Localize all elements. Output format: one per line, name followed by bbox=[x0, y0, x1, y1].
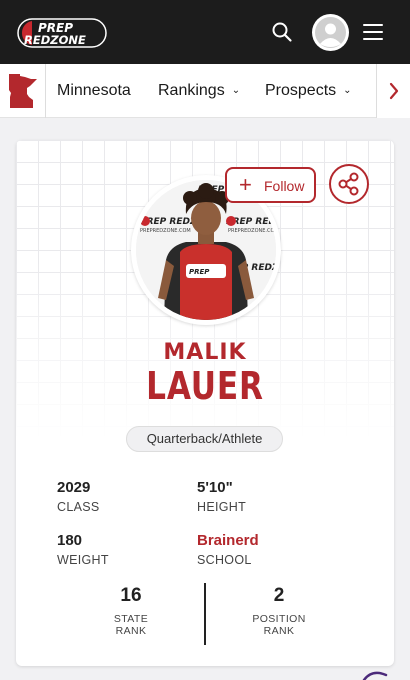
search-icon[interactable] bbox=[270, 20, 294, 44]
position-rank-label-line1: POSITION bbox=[252, 613, 306, 625]
partial-icon bbox=[362, 671, 388, 680]
default-avatar-icon bbox=[312, 14, 349, 51]
player-profile-card: PREP REDZONE PREP REDZONE PREP REDZONE P… bbox=[16, 140, 394, 666]
follow-label: Follow bbox=[264, 178, 305, 194]
stat-height: 5'10" HEIGHT bbox=[197, 479, 246, 514]
share-button[interactable] bbox=[329, 164, 369, 204]
backdrop-url-text: PREPREDZONE.COM bbox=[228, 228, 276, 234]
stat-class: 2029 CLASS bbox=[57, 479, 100, 514]
sub-nav-bar: Minnesota Rankings ⌄ Prospects ⌄ bbox=[0, 64, 410, 118]
svg-text:PREP: PREP bbox=[189, 268, 210, 276]
user-avatar[interactable] bbox=[312, 14, 349, 51]
nav-prospects-label: Prospects bbox=[265, 82, 337, 99]
plus-icon: + bbox=[239, 172, 252, 197]
nav-state[interactable]: Minnesota bbox=[57, 64, 131, 118]
school-label: SCHOOL bbox=[197, 553, 252, 567]
state-rank: 16 STATE RANK bbox=[56, 585, 206, 637]
state-rank-label-line1: STATE bbox=[113, 613, 149, 625]
position-rank-label-line2: RANK bbox=[263, 625, 295, 637]
weight-label: WEIGHT bbox=[57, 553, 109, 567]
nav-divider bbox=[45, 64, 46, 118]
follow-button[interactable]: + Follow bbox=[225, 167, 316, 203]
school-link[interactable]: Brainerd bbox=[197, 532, 259, 549]
state-rank-label: STATE RANK bbox=[56, 613, 206, 637]
nav-rankings-label: Rankings bbox=[158, 82, 225, 99]
nav-prospects[interactable]: Prospects ⌄ bbox=[265, 64, 352, 118]
state-rank-value: 16 bbox=[120, 585, 142, 606]
chevron-down-icon: ⌄ bbox=[343, 85, 352, 96]
share-icon bbox=[338, 172, 359, 196]
hamburger-menu-icon[interactable] bbox=[362, 21, 384, 43]
backdrop-url-text: PREPREDZONE.COM bbox=[140, 228, 191, 234]
chevron-down-icon: ⌄ bbox=[231, 85, 241, 96]
position-rank-value: 2 bbox=[273, 585, 285, 606]
nav-state-label: Minnesota bbox=[57, 82, 131, 99]
height-value: 5'10" bbox=[197, 479, 233, 496]
stat-weight: 180 WEIGHT bbox=[57, 532, 109, 567]
nav-rankings[interactable]: Rankings ⌄ bbox=[158, 64, 240, 118]
position-rank-label: POSITION RANK bbox=[204, 613, 354, 637]
prep-redzone-logo[interactable]: PREP REDZONE bbox=[16, 16, 108, 50]
top-bar: PREP REDZONE bbox=[0, 0, 410, 64]
stat-school: Brainerd SCHOOL bbox=[197, 532, 259, 567]
height-label: HEIGHT bbox=[197, 500, 247, 514]
nav-scroll-right-button[interactable] bbox=[376, 64, 410, 118]
state-rank-label-line2: RANK bbox=[115, 625, 147, 637]
weight-value: 180 bbox=[57, 532, 83, 549]
class-value: 2029 bbox=[57, 479, 91, 496]
position-rank: 2 POSITION RANK bbox=[204, 585, 354, 637]
player-last-name: LAUER bbox=[146, 364, 264, 408]
player-first-name: MALIK bbox=[163, 340, 247, 365]
chevron-right-icon bbox=[389, 82, 399, 100]
logo-line2: REDZONE bbox=[24, 33, 86, 47]
minnesota-map-icon[interactable] bbox=[8, 73, 38, 109]
class-label: CLASS bbox=[57, 500, 100, 514]
position-badge: Quarterback/Athlete bbox=[126, 426, 283, 452]
